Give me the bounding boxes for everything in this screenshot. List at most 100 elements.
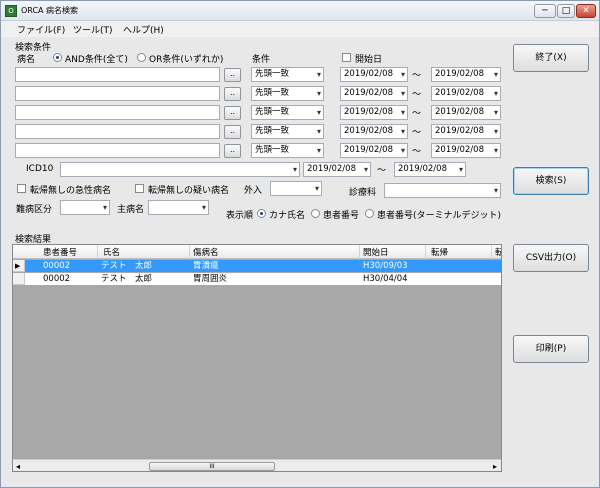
tilde-3: 〜 xyxy=(412,109,422,119)
byomei-input-5[interactable] xyxy=(15,143,220,158)
startdate-label: 開始日 xyxy=(355,55,383,65)
window-title: ORCA 病名検索 xyxy=(21,6,79,15)
grid-header: 患者番号 氏名 傷病名 開始日 転帰 転 xyxy=(13,245,501,259)
exit-button[interactable]: 終了(X) xyxy=(513,44,589,72)
col-header-overflow[interactable]: 転 xyxy=(495,246,501,258)
csv-export-button[interactable]: CSV出力(O) xyxy=(513,244,589,272)
from-date-1[interactable]: 2019/02/08 xyxy=(340,67,408,82)
search-button[interactable]: 検索(S) xyxy=(513,167,589,195)
col-header-name[interactable]: 氏名 xyxy=(103,246,120,258)
cond-select-3[interactable]: 先頭一致 xyxy=(251,105,324,120)
or-radio[interactable] xyxy=(137,53,146,62)
icd10-label: ICD10 xyxy=(26,164,54,174)
from-date-4[interactable]: 2019/02/08 xyxy=(340,124,408,139)
icd10-from-date[interactable]: 2019/02/08 xyxy=(303,162,371,177)
tilde-1: 〜 xyxy=(412,71,422,81)
cond-select-2[interactable]: 先頭一致 xyxy=(251,86,324,101)
minimize-button[interactable]: ─ xyxy=(534,4,556,18)
app-icon: O xyxy=(5,5,17,17)
byomei-lookup-button-5[interactable]: .. xyxy=(224,144,241,158)
outpatient-label: 外入 xyxy=(244,186,263,196)
col-separator xyxy=(189,245,190,259)
byomei-lookup-button-1[interactable]: .. xyxy=(224,68,241,82)
acute-checkbox[interactable] xyxy=(17,184,26,193)
dept-label: 診療科 xyxy=(349,188,377,198)
suspect-checkbox[interactable] xyxy=(135,184,144,193)
outpatient-select[interactable] xyxy=(270,181,322,196)
icd10-to-date[interactable]: 2019/02/08 xyxy=(394,162,466,177)
menu-tools[interactable]: ツール(T) xyxy=(73,23,113,36)
results-grid[interactable]: 患者番号 氏名 傷病名 開始日 転帰 転 ▶ 00002 テスト 太郎 胃潰瘍 … xyxy=(12,244,502,472)
col-header-start-date[interactable]: 開始日 xyxy=(363,246,389,258)
maximize-button[interactable]: □ xyxy=(557,4,575,18)
nanbyo-select[interactable] xyxy=(60,200,110,215)
tilde-5: 〜 xyxy=(412,147,422,157)
to-date-2[interactable]: 2019/02/08 xyxy=(431,86,501,101)
to-date-5[interactable]: 2019/02/08 xyxy=(431,143,501,158)
scroll-thumb[interactable]: III xyxy=(149,462,275,471)
icd10-select[interactable] xyxy=(60,162,300,177)
byomei-lookup-button-4[interactable]: .. xyxy=(224,125,241,139)
byomei-lookup-button-2[interactable]: .. xyxy=(224,87,241,101)
menu-bar: ファイル(F) ツール(T) ヘルプ(H) xyxy=(1,21,599,37)
order-kana-label: カナ氏名 xyxy=(269,211,306,221)
to-date-4[interactable]: 2019/02/08 xyxy=(431,124,501,139)
cond-select-5[interactable]: 先頭一致 xyxy=(251,143,324,158)
order-label: 表示順 xyxy=(226,211,254,221)
from-date-3[interactable]: 2019/02/08 xyxy=(340,105,408,120)
cell-name: テスト 太郎 xyxy=(101,261,153,271)
dept-select[interactable] xyxy=(384,183,501,198)
cell-patient-id: 00002 xyxy=(43,261,71,271)
col-separator xyxy=(97,245,98,259)
table-row[interactable]: 00002 テスト 太郎 胃周囲炎 H30/04/04 xyxy=(13,273,501,285)
acute-label: 転帰無しの急性病名 xyxy=(30,186,112,196)
cell-disease: 胃潰瘍 xyxy=(193,261,219,271)
col-separator xyxy=(425,245,426,259)
row-selector[interactable] xyxy=(13,273,25,285)
col-header-patient-id[interactable]: 患者番号 xyxy=(43,246,77,258)
and-label: AND条件(全て) xyxy=(65,55,128,65)
print-button[interactable]: 印刷(P) xyxy=(513,335,589,363)
close-button[interactable]: ✕ xyxy=(576,4,596,18)
cell-start-date: H30/09/03 xyxy=(363,261,408,271)
row-selector[interactable]: ▶ xyxy=(13,260,25,272)
col-header-outcome[interactable]: 転帰 xyxy=(431,246,448,258)
order-pid-term-label: 患者番号(ターミナルデジット) xyxy=(377,211,502,221)
table-row[interactable]: ▶ 00002 テスト 太郎 胃潰瘍 H30/09/03 xyxy=(13,260,501,272)
col-separator xyxy=(491,245,492,259)
cond-select-4[interactable]: 先頭一致 xyxy=(251,124,324,139)
icd10-tilde: 〜 xyxy=(377,166,387,176)
cell-name: テスト 太郎 xyxy=(101,274,153,284)
cond-select-1[interactable]: 先頭一致 xyxy=(251,67,324,82)
startdate-checkbox[interactable] xyxy=(342,53,351,62)
horizontal-scrollbar[interactable]: ◂ III ▸ xyxy=(13,459,501,471)
order-pid-label: 患者番号 xyxy=(323,211,360,221)
scroll-left-icon[interactable]: ◂ xyxy=(16,462,20,471)
nanbyo-label: 難病区分 xyxy=(16,205,53,215)
scroll-right-icon[interactable]: ▸ xyxy=(493,462,497,471)
byomei-lookup-button-3[interactable]: .. xyxy=(224,106,241,120)
from-date-5[interactable]: 2019/02/08 xyxy=(340,143,408,158)
order-pid-radio[interactable] xyxy=(311,209,320,218)
order-pid-term-radio[interactable] xyxy=(365,209,374,218)
cell-disease: 胃周囲炎 xyxy=(193,274,228,284)
cond-header: 条件 xyxy=(252,55,271,65)
byomei-input-1[interactable] xyxy=(15,67,220,82)
menu-help[interactable]: ヘルプ(H) xyxy=(123,23,164,36)
current-row-arrow-icon: ▶ xyxy=(15,262,21,270)
col-separator xyxy=(359,245,360,259)
order-kana-radio[interactable] xyxy=(257,209,266,218)
shubyo-label: 主病名 xyxy=(117,205,145,215)
to-date-3[interactable]: 2019/02/08 xyxy=(431,105,501,120)
and-radio[interactable] xyxy=(53,53,62,62)
tilde-2: 〜 xyxy=(412,90,422,100)
col-header-disease[interactable]: 傷病名 xyxy=(193,246,219,258)
to-date-1[interactable]: 2019/02/08 xyxy=(431,67,501,82)
byomei-input-4[interactable] xyxy=(15,124,220,139)
byomei-input-2[interactable] xyxy=(15,86,220,101)
shubyo-select[interactable] xyxy=(148,200,209,215)
from-date-2[interactable]: 2019/02/08 xyxy=(340,86,408,101)
byomei-input-3[interactable] xyxy=(15,105,220,120)
suspect-label: 転帰無しの疑い病名 xyxy=(148,186,230,196)
menu-file[interactable]: ファイル(F) xyxy=(17,23,65,36)
